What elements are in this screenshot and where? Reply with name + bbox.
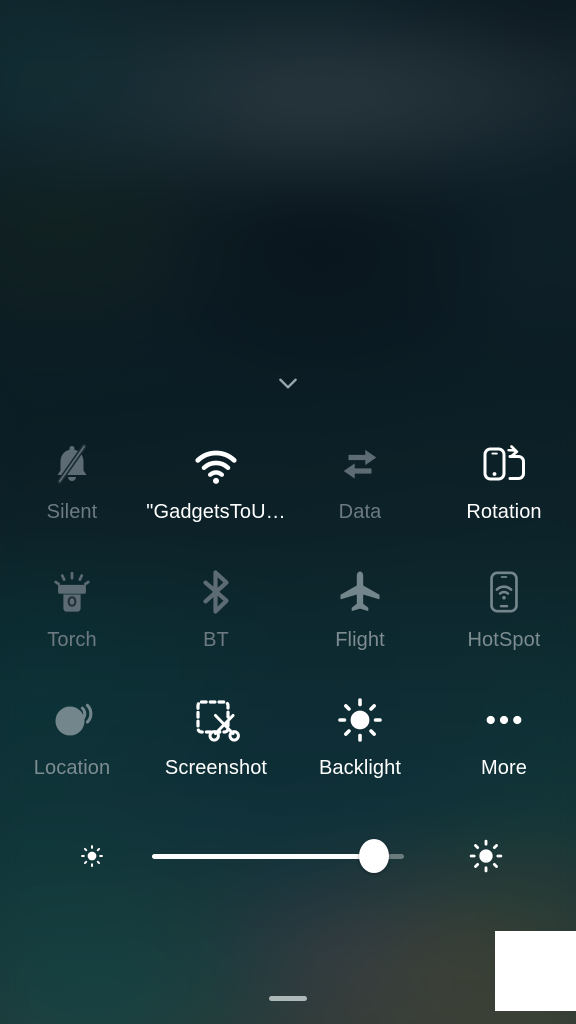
- toggle-torch[interactable]: Torch: [0, 552, 144, 680]
- toggle-screenshot[interactable]: Screenshot: [144, 680, 288, 808]
- toggle-wifi[interactable]: "GadgetsToU…: [144, 424, 288, 552]
- brightness-low-icon[interactable]: [60, 841, 124, 871]
- toggle-backlight[interactable]: Backlight: [288, 680, 432, 808]
- toggle-location[interactable]: Location: [0, 680, 144, 808]
- toggle-label: Silent: [46, 501, 98, 523]
- bluetooth-icon: [188, 564, 244, 620]
- toggle-more[interactable]: More: [432, 680, 576, 808]
- slider-thumb[interactable]: [358, 839, 389, 873]
- toggle-label: BT: [203, 629, 229, 651]
- toggle-rotation[interactable]: Rotation: [432, 424, 576, 552]
- toggle-label: Torch: [47, 629, 97, 651]
- toggle-data[interactable]: Data: [288, 424, 432, 552]
- toggle-silent[interactable]: Silent: [0, 424, 144, 552]
- chevron-down-icon[interactable]: [275, 370, 301, 396]
- data-transfer-icon: [332, 436, 388, 492]
- flashlight-icon: [44, 564, 100, 620]
- quick-toggle-grid: Silent "GadgetsToU… Data Rotation Torch …: [0, 424, 576, 808]
- more-dots-icon: [476, 692, 532, 748]
- sun-icon: [332, 692, 388, 748]
- wifi-icon: [188, 436, 244, 492]
- toggle-label: Data: [338, 501, 382, 523]
- toggle-flight[interactable]: Flight: [288, 552, 432, 680]
- toggle-label: Screenshot: [164, 757, 268, 779]
- slider-fill: [152, 853, 374, 859]
- phone-screen: Silent "GadgetsToU… Data Rotation Torch …: [0, 0, 576, 1024]
- toggle-label: More: [481, 757, 527, 779]
- bell-slash-icon: [44, 436, 100, 492]
- toggle-label: "GadgetsToU…: [146, 501, 286, 523]
- toggle-bluetooth[interactable]: BT: [144, 552, 288, 680]
- screenshot-scissors-icon: [188, 692, 244, 748]
- toggle-hotspot[interactable]: HotSpot: [432, 552, 576, 680]
- toggle-label: Flight: [335, 629, 385, 651]
- brightness-high-icon[interactable]: [454, 836, 518, 876]
- home-indicator[interactable]: [269, 996, 307, 1001]
- collapse-panel-handle[interactable]: [0, 366, 576, 400]
- toggle-label: Location: [33, 757, 111, 779]
- brightness-row: [0, 824, 576, 888]
- airplane-icon: [332, 564, 388, 620]
- toggle-label: Backlight: [318, 757, 402, 779]
- white-overlay-box: [495, 931, 576, 1011]
- toggle-label: HotSpot: [467, 629, 541, 651]
- toggle-label: Rotation: [466, 501, 542, 523]
- brightness-slider[interactable]: [152, 836, 404, 876]
- location-icon: [44, 692, 100, 748]
- screen-rotation-icon: [476, 436, 532, 492]
- hotspot-icon: [476, 564, 532, 620]
